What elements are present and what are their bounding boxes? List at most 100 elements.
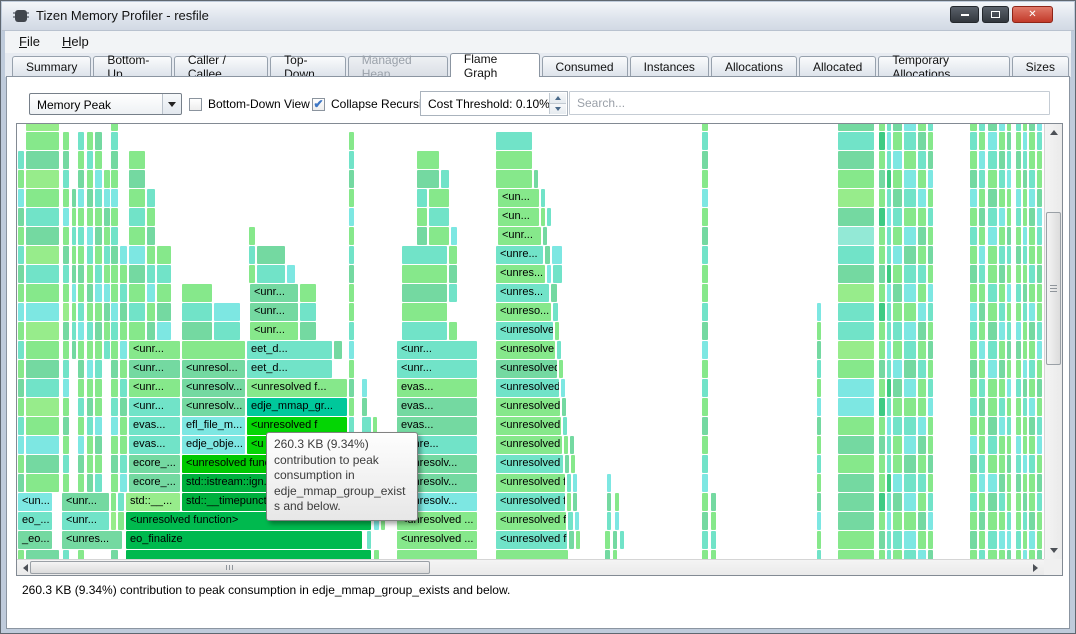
- flame-block[interactable]: [87, 208, 93, 226]
- flame-block[interactable]: [838, 170, 874, 188]
- flame-block[interactable]: [817, 322, 821, 340]
- flame-block[interactable]: [988, 124, 997, 131]
- flame-block[interactable]: [893, 550, 902, 559]
- flame-block[interactable]: [129, 189, 145, 207]
- flame-block[interactable]: [615, 512, 619, 530]
- flame-block[interactable]: [1007, 512, 1011, 530]
- flame-block[interactable]: [893, 227, 902, 245]
- title-bar[interactable]: Tizen Memory Profiler - resfile ✕: [2, 2, 1074, 31]
- flame-block[interactable]: [72, 341, 76, 359]
- flame-block[interactable]: [429, 189, 449, 207]
- flame-block[interactable]: [543, 227, 547, 245]
- flame-block[interactable]: <unr...: [498, 227, 541, 245]
- flame-block[interactable]: [702, 531, 708, 549]
- flame-graph-canvas[interactable]: <un...<un...<unr...<unre...<unres...<unr…: [17, 124, 1044, 559]
- flame-block[interactable]: [928, 189, 933, 207]
- flame-block[interactable]: [887, 493, 891, 511]
- flame-block[interactable]: [95, 398, 102, 416]
- flame-block[interactable]: [970, 322, 977, 340]
- flame-block[interactable]: [970, 474, 977, 492]
- flame-block[interactable]: [817, 512, 821, 530]
- flame-block[interactable]: <unresol...: [182, 360, 245, 378]
- flame-block[interactable]: [95, 474, 102, 492]
- flame-block[interactable]: [879, 360, 885, 378]
- flame-block[interactable]: [111, 436, 118, 454]
- flame-block[interactable]: [129, 246, 145, 264]
- flame-block[interactable]: [918, 132, 926, 150]
- flame-block[interactable]: [111, 189, 118, 207]
- flame-block[interactable]: [111, 284, 118, 302]
- flame-block[interactable]: [928, 322, 933, 340]
- flame-block[interactable]: [904, 455, 916, 473]
- flame-block[interactable]: [87, 341, 93, 359]
- flame-block[interactable]: [567, 474, 571, 492]
- flame-block[interactable]: <un...: [498, 208, 539, 226]
- flame-block[interactable]: [1007, 208, 1011, 226]
- flame-block[interactable]: [702, 550, 708, 559]
- flame-block[interactable]: [182, 341, 245, 359]
- flame-block[interactable]: [999, 170, 1005, 188]
- flame-block[interactable]: [1016, 208, 1021, 226]
- flame-block[interactable]: [63, 398, 69, 416]
- flame-block[interactable]: [26, 417, 59, 435]
- flame-block[interactable]: [63, 417, 69, 435]
- flame-block[interactable]: [78, 550, 84, 559]
- flame-block[interactable]: <unresolv...: [182, 398, 245, 416]
- flame-block[interactable]: [1007, 455, 1011, 473]
- flame-block[interactable]: [111, 398, 118, 416]
- flame-block[interactable]: <unresolved...: [496, 360, 557, 378]
- flame-block[interactable]: [87, 170, 93, 188]
- flame-block[interactable]: [979, 493, 985, 511]
- flame-block[interactable]: [893, 436, 902, 454]
- flame-block[interactable]: [838, 322, 874, 340]
- flame-block[interactable]: [879, 132, 885, 150]
- flame-block[interactable]: [620, 531, 624, 549]
- flame-block[interactable]: [63, 189, 69, 207]
- flame-block[interactable]: [838, 512, 874, 530]
- flame-block[interactable]: [1007, 284, 1011, 302]
- flame-block[interactable]: <unre...: [496, 246, 543, 264]
- flame-block[interactable]: [893, 322, 902, 340]
- flame-block[interactable]: [129, 322, 145, 340]
- flame-block[interactable]: [1016, 550, 1021, 559]
- flame-block[interactable]: [402, 265, 447, 283]
- flame-block[interactable]: [928, 436, 933, 454]
- flame-block[interactable]: [1007, 151, 1011, 169]
- flame-block[interactable]: <unr...: [62, 493, 109, 511]
- flame-block[interactable]: [904, 379, 916, 397]
- flame-block[interactable]: [78, 284, 84, 302]
- flame-block[interactable]: [87, 265, 93, 283]
- flame-block[interactable]: [334, 341, 342, 359]
- flame-block[interactable]: [988, 379, 997, 397]
- flame-block[interactable]: [349, 189, 354, 207]
- maximize-button[interactable]: [982, 6, 1009, 23]
- flame-block[interactable]: [817, 550, 821, 559]
- flame-block[interactable]: [1037, 170, 1042, 188]
- flame-block[interactable]: [349, 208, 354, 226]
- flame-block[interactable]: [970, 455, 977, 473]
- flame-block[interactable]: [1016, 360, 1021, 378]
- flame-block[interactable]: [1037, 132, 1042, 150]
- flame-block[interactable]: [904, 246, 916, 264]
- flame-block[interactable]: [63, 284, 69, 302]
- flame-block[interactable]: [817, 436, 821, 454]
- flame-block[interactable]: [104, 341, 110, 359]
- minimize-button[interactable]: [950, 6, 979, 23]
- flame-block[interactable]: [157, 322, 171, 340]
- flame-block[interactable]: <unres...: [496, 265, 545, 283]
- flame-block[interactable]: [979, 550, 985, 559]
- flame-block[interactable]: [904, 512, 916, 530]
- flame-block[interactable]: [78, 455, 84, 473]
- flame-block[interactable]: [904, 417, 916, 435]
- flame-block[interactable]: [120, 436, 127, 454]
- flame-block[interactable]: [129, 265, 145, 283]
- flame-block[interactable]: [918, 151, 926, 169]
- flame-block[interactable]: [1037, 531, 1042, 549]
- flame-block[interactable]: [576, 531, 580, 549]
- flame-block[interactable]: [904, 474, 916, 492]
- flame-block[interactable]: [87, 417, 93, 435]
- flame-block[interactable]: [402, 246, 447, 264]
- flame-block[interactable]: [988, 132, 997, 150]
- flame-block[interactable]: [817, 531, 821, 549]
- flame-block[interactable]: [1023, 360, 1027, 378]
